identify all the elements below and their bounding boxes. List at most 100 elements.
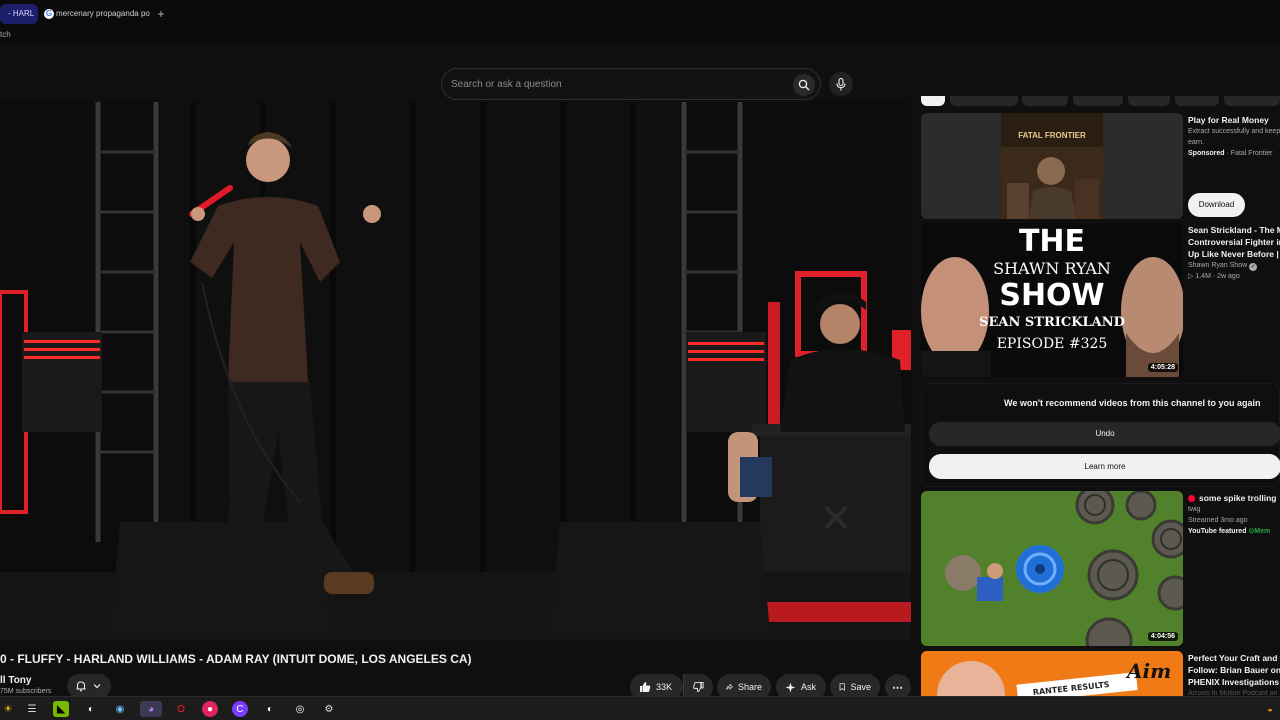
learn-more-button[interactable]: Learn more xyxy=(929,454,1280,479)
ad-advertiser: Fatal Frontier xyxy=(1230,150,1273,157)
chevron-down-icon xyxy=(93,684,101,689)
address-bar[interactable]: tch xyxy=(0,28,1280,46)
subscriber-count: 75M subscribers xyxy=(0,688,52,695)
dismiss-message: We won't recommend videos from this chan… xyxy=(1004,398,1261,408)
rec2-streamed: Streamed 3mo ago xyxy=(1188,517,1248,524)
rec1-title-3[interactable]: Up Like Never Before | Sh xyxy=(1188,248,1280,260)
video-title: 0 - FLUFFY - HARLAND WILLIAMS - ADAM RAY… xyxy=(0,652,472,666)
rec1-meta: Sean Strickland - The Mo Controversial F… xyxy=(1188,224,1280,280)
discord-icon[interactable]: ◕ xyxy=(140,701,162,717)
app-purple-icon[interactable]: C xyxy=(232,701,248,717)
rec1-channel[interactable]: Shawn Ryan Show xyxy=(1188,262,1247,269)
rec2-title-row[interactable]: some spike trolling xyxy=(1188,492,1280,504)
settings-gear-icon[interactable]: ⚙ xyxy=(321,701,337,717)
browser-tab-active[interactable]: - HARL xyxy=(0,4,38,24)
bell-icon xyxy=(76,681,86,692)
save-label: Save xyxy=(850,682,871,692)
browser-tab-mercenary[interactable]: G mercenary propaganda po xyxy=(40,4,152,24)
share-label: Share xyxy=(737,682,762,692)
os-taskbar: ☀ ☰ ◣ ◐ ◉ ◕ O ● C ◐ ◎ ⚙ ◒ xyxy=(0,696,1280,720)
rec3-meta: Perfect Your Craft and th Follow: Brian … xyxy=(1188,652,1280,699)
verified-icon: ✓ xyxy=(1249,263,1258,271)
chip[interactable] xyxy=(1128,96,1170,106)
live-indicator-icon xyxy=(1188,495,1195,502)
rec3-title-1[interactable]: Perfect Your Craft and th xyxy=(1188,652,1280,664)
rec2-channel[interactable]: twig xyxy=(1188,504,1280,515)
chip[interactable] xyxy=(1073,96,1123,106)
video-duration: 4:05:28 xyxy=(1147,363,1178,372)
ad-description-1: Extract successfully and keep xyxy=(1188,128,1280,135)
browser-tab-label: mercenary propaganda po xyxy=(56,9,150,18)
microphone-icon xyxy=(836,77,846,90)
share-icon xyxy=(726,683,733,690)
browser-tab-bar: - HARL G mercenary propaganda po + xyxy=(0,0,1280,28)
app-icon[interactable]: ◐ xyxy=(262,701,278,717)
video-thumbnail-brian-bauer[interactable]: RANTEE RESULTS Aim xyxy=(921,651,1183,696)
like-count: 33K xyxy=(656,682,673,692)
rec1-age: 2w ago xyxy=(1217,273,1240,280)
chip[interactable] xyxy=(1022,96,1068,106)
steam-icon[interactable]: ◉ xyxy=(112,701,128,717)
ad-artwork xyxy=(1001,113,1103,219)
youtube-header xyxy=(0,46,1280,102)
search-input[interactable] xyxy=(442,69,782,99)
chip[interactable] xyxy=(1224,96,1280,106)
opera-icon[interactable]: O xyxy=(173,701,189,717)
thumb-line-guest: SEAN STRICKLAND xyxy=(979,315,1125,330)
task-view-icon[interactable]: ☰ xyxy=(24,701,40,717)
google-icon: G xyxy=(44,9,54,19)
chip[interactable] xyxy=(1175,96,1219,106)
thumbs-up-icon xyxy=(640,682,651,692)
app-pink-icon[interactable]: ● xyxy=(202,701,218,717)
thumbs-down-icon xyxy=(693,681,704,693)
sparkle-icon xyxy=(785,682,796,692)
filter-chips xyxy=(921,96,1280,106)
ask-label: Ask xyxy=(801,682,817,692)
youtube-featured-badge: YouTube featured xyxy=(1188,528,1247,535)
rec3-title-3[interactable]: PHENIX Investigations xyxy=(1188,676,1280,688)
sponsored-label: Sponsored xyxy=(1188,150,1225,157)
rec2-title: some spike trolling xyxy=(1199,493,1277,503)
video-player[interactable]: ✕ xyxy=(0,102,911,640)
app-icon[interactable]: ◐ xyxy=(83,701,99,717)
ad-title[interactable]: Play for Real Money xyxy=(1188,114,1280,126)
rec1-title-1[interactable]: Sean Strickland - The Mo xyxy=(1188,224,1280,236)
ad-meta: Play for Real Money Extract successfully… xyxy=(1188,114,1280,157)
search-button[interactable] xyxy=(793,74,815,96)
ad-download-button[interactable]: Download xyxy=(1188,193,1245,217)
chip-all[interactable] xyxy=(921,96,945,106)
browser-tab-label: - HARL xyxy=(8,9,35,18)
ad-art-caption: FATAL FRONTIER xyxy=(1018,131,1086,140)
rec2-meta: some spike trolling twig Streamed 3mo ag… xyxy=(1188,492,1280,537)
chip[interactable] xyxy=(950,96,1018,106)
notification-bell-button[interactable] xyxy=(67,674,111,698)
obs-icon[interactable]: ◎ xyxy=(292,701,308,717)
thumb-line-episode: EPISODE #325 xyxy=(996,336,1108,352)
dismissed-channel-notice: We won't recommend videos from this chan… xyxy=(921,383,1280,487)
video-duration: 4:04:56 xyxy=(1147,632,1178,641)
address-text: tch xyxy=(0,30,11,39)
video-frame: ✕ xyxy=(0,102,911,640)
members-badge: Mem xyxy=(1254,528,1271,535)
svg-text:✕: ✕ xyxy=(819,496,853,542)
firefox-icon[interactable]: ◒ xyxy=(1262,701,1278,717)
ad-description-2: earn. xyxy=(1188,139,1204,146)
ad-thumbnail[interactable]: FATAL FRONTIER xyxy=(921,113,1183,219)
channel-name[interactable]: ll Tony xyxy=(0,675,31,686)
voice-search-button[interactable] xyxy=(829,72,853,96)
new-tab-button[interactable]: + xyxy=(154,7,168,21)
aim-logo: Aim xyxy=(1127,659,1172,683)
search-box xyxy=(441,68,821,100)
bookmark-icon xyxy=(839,683,845,691)
more-icon: ⋯ xyxy=(892,681,903,694)
video-thumbnail-shawn-ryan[interactable]: THE SHAWN RYAN SHOW SEAN STRICKLAND EPIS… xyxy=(921,223,1183,377)
rec3-title-2[interactable]: Follow: Brian Bauer on 3 xyxy=(1188,664,1280,676)
thumb-line-show: SHOW xyxy=(999,278,1105,313)
nvidia-icon[interactable]: ◣ xyxy=(53,701,69,717)
video-thumbnail-spike-trolling[interactable]: 4:04:56 xyxy=(921,491,1183,646)
thumb-line-the: THE xyxy=(1018,224,1086,259)
undo-button[interactable]: Undo xyxy=(929,422,1280,446)
rec1-title-2[interactable]: Controversial Fighter in t xyxy=(1188,236,1280,248)
thumb-line-shawn-ryan: SHAWN RYAN xyxy=(993,259,1111,278)
weather-icon[interactable]: ☀ xyxy=(0,701,16,717)
